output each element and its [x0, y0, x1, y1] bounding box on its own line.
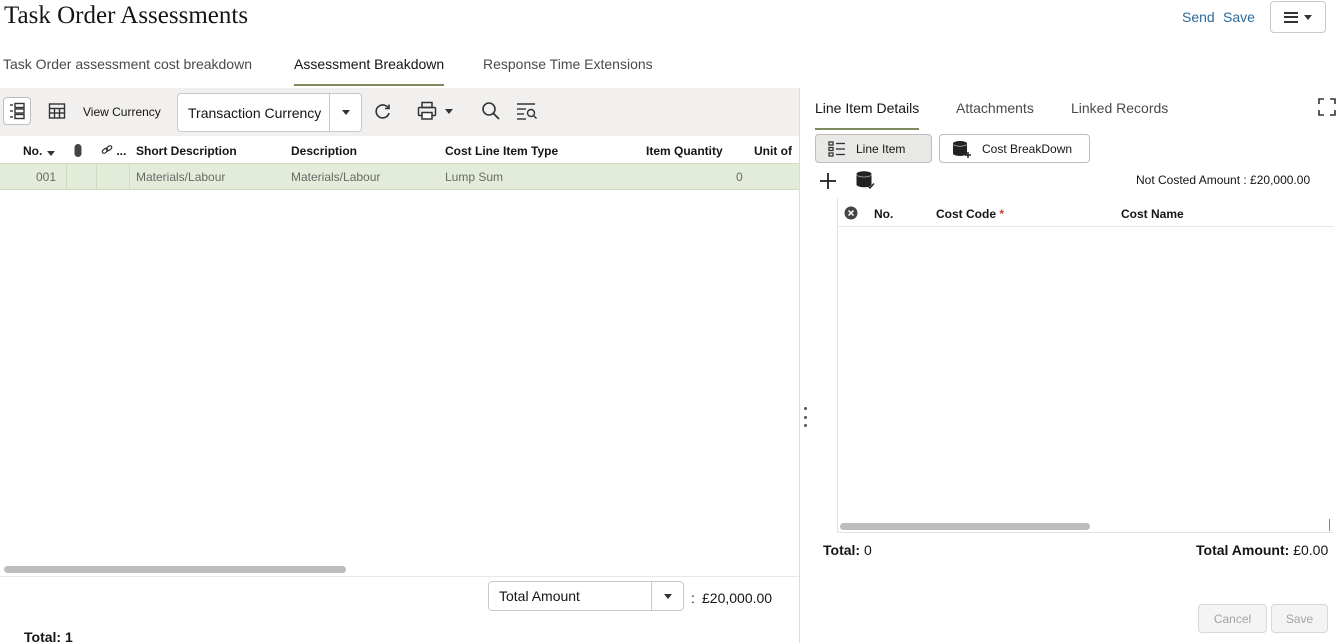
view-currency-label: View Currency [83, 105, 161, 119]
link-icon [101, 145, 113, 154]
list-view-icon[interactable] [3, 97, 31, 125]
column-header-no[interactable]: No. [23, 144, 56, 158]
column-header-cost-line-item-type[interactable]: Cost Line Item Type [445, 144, 558, 158]
hamburger-icon [1284, 11, 1298, 23]
horizontal-scrollbar[interactable] [840, 523, 1090, 530]
column-header-no[interactable]: No. [874, 207, 893, 221]
total-amount-select-value: Total Amount [499, 588, 580, 604]
not-costed-amount: Not Costed Amount : £20,000.00 [1136, 173, 1311, 187]
search-icon[interactable] [477, 97, 505, 125]
cell-short-description: Materials/Labour [136, 170, 226, 184]
right-total-amount: Total Amount: £0.00 [1196, 542, 1329, 558]
cell-no: 001 [36, 170, 57, 184]
print-icon[interactable] [411, 97, 459, 125]
table-view-icon[interactable] [43, 97, 71, 125]
paperclip-icon [73, 143, 83, 161]
tab-attachments[interactable]: Attachments [956, 100, 1034, 130]
cost-breakdown-button[interactable]: Cost BreakDown [939, 134, 1090, 163]
amount-colon: : [691, 590, 695, 606]
right-total-count: Total: 0 [823, 542, 872, 558]
cell-cost-line-item-type: Lump Sum [445, 170, 504, 184]
tab-linked-records[interactable]: Linked Records [1071, 100, 1168, 130]
sort-desc-icon[interactable] [46, 148, 56, 158]
chevron-down-icon[interactable] [651, 582, 683, 610]
page-title: Task Order Assessments [4, 2, 249, 29]
refresh-icon[interactable] [369, 97, 397, 125]
chevron-down-icon [1304, 14, 1312, 20]
expand-icon[interactable] [1317, 97, 1337, 120]
column-header-unit-of[interactable]: Unit of [754, 144, 792, 158]
clear-icon[interactable] [844, 206, 858, 223]
total-amount-select[interactable]: Total Amount [488, 581, 684, 611]
panel-divider [799, 88, 800, 643]
tab-assessment-breakdown[interactable]: Assessment Breakdown [294, 56, 445, 86]
database-check-icon[interactable] [855, 170, 875, 193]
database-add-icon [953, 140, 971, 158]
send-link[interactable]: Send [1182, 9, 1215, 25]
tab-line-item-details[interactable]: Line Item Details [815, 100, 920, 130]
list-icon [828, 140, 845, 157]
chevron-down-icon[interactable] [329, 94, 361, 131]
drag-handle-icon[interactable] [802, 407, 808, 427]
currency-select[interactable]: Transaction Currency [177, 93, 362, 132]
cancel-button[interactable]: Cancel [1198, 604, 1267, 633]
column-header-description[interactable]: Description [291, 144, 357, 158]
total-amount-value: £20,000.00 [702, 590, 773, 606]
tab-cost-breakdown[interactable]: Task Order assessment cost breakdown [3, 56, 252, 86]
total-count: Total: 1 [24, 629, 73, 643]
tab-response-time-extensions[interactable]: Response Time Extensions [483, 56, 653, 86]
cell-item-quantity: 0 [736, 170, 743, 184]
column-header-cost-name[interactable]: Cost Name [1121, 207, 1184, 221]
filter-search-icon[interactable] [513, 97, 541, 125]
column-header-short-description[interactable]: Short Description [136, 144, 237, 158]
required-marker: * [999, 207, 1005, 221]
horizontal-scrollbar[interactable] [4, 566, 346, 573]
table-row[interactable] [0, 163, 800, 190]
column-header-item-quantity[interactable]: Item Quantity [646, 144, 723, 158]
column-header-cost-code[interactable]: Cost Code * [936, 207, 1004, 221]
add-icon[interactable] [818, 171, 838, 194]
column-header-link[interactable]: ... [101, 144, 126, 158]
cell-description: Materials/Labour [291, 170, 381, 184]
save-button[interactable]: Save [1271, 604, 1328, 633]
currency-select-value: Transaction Currency [188, 104, 322, 121]
save-link[interactable]: Save [1223, 9, 1255, 25]
menu-button[interactable] [1270, 1, 1326, 33]
line-item-button[interactable]: Line Item [815, 134, 932, 163]
